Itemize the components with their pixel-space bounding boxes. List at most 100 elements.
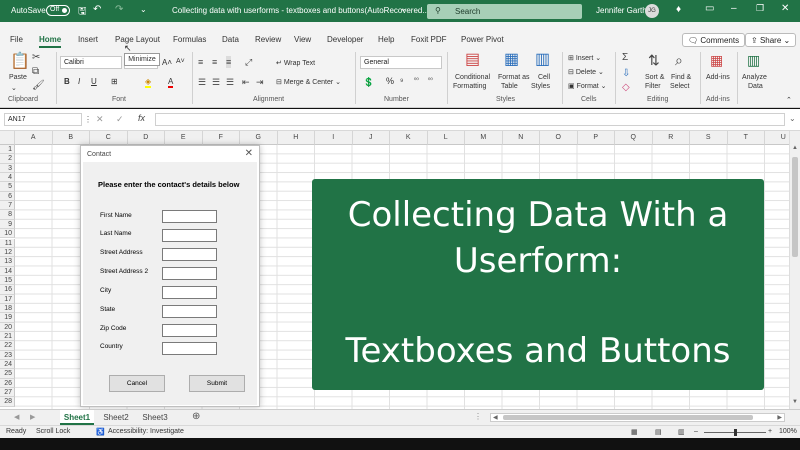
sort-filter-label-1[interactable]: Sort & [645,74,664,81]
autosum-icon[interactable]: Σ [622,52,628,64]
textbox-last-name[interactable] [162,229,217,242]
share-button[interactable]: ⇪ Share ⌄ [745,33,797,47]
format-as-table-label-1[interactable]: Format as [498,74,530,81]
column-header-a[interactable]: A [15,131,53,145]
collapse-ribbon-icon[interactable]: ⌃ [786,96,792,104]
clear-icon[interactable]: ◇ [622,82,630,94]
row-header-6[interactable]: 6 [0,191,15,202]
row-header-5[interactable]: 5 [0,182,15,192]
scroll-left-icon[interactable]: ◀ [493,414,498,421]
vertical-scrollbar[interactable]: ▲ ▼ [789,131,800,409]
search-box[interactable]: ⚲ Search [427,4,582,19]
sort-filter-icon[interactable]: ⇅ [648,53,660,67]
row-header-20[interactable]: 20 [0,322,15,332]
title-chevron-down-icon[interactable]: ⌄ [400,4,407,13]
cell-styles-label-2[interactable]: Styles [531,83,550,90]
italic-icon[interactable]: I [78,77,80,86]
zoom-in-icon[interactable]: + [768,428,772,435]
cancel-entry-icon[interactable]: ✕ [96,114,104,125]
expand-formula-bar-icon[interactable]: ⌄ [789,114,796,123]
zoom-level[interactable]: 100% [779,428,797,435]
zoom-slider-thumb[interactable] [734,429,737,436]
column-header-l[interactable]: L [427,131,465,145]
increase-font-size-icon[interactable]: A˄ [162,58,172,67]
customize-qat-icon[interactable]: ⌄ [140,5,147,14]
conditional-formatting-label-2[interactable]: Formatting [453,83,486,90]
textbox-zip-code[interactable] [162,324,217,337]
format-painter-icon[interactable]: 🖌 [32,80,45,92]
row-header-21[interactable]: 21 [0,332,15,342]
column-header-b[interactable]: B [52,131,90,145]
borders-icon[interactable]: ⊞ [111,77,118,86]
row-header-7[interactable]: 7 [0,201,15,211]
comma-style-icon[interactable]: ⁹ [400,77,403,86]
decrease-indent-icon[interactable]: ⇤ [242,76,250,88]
underline-icon[interactable]: U [91,77,97,86]
delete-cells-button[interactable]: ⊟ Delete ⌄ [568,68,604,76]
page-break-view-icon[interactable]: ▥ [678,428,685,436]
sheet-tab-2[interactable]: Sheet2 [99,410,133,425]
insert-function-icon[interactable]: fx [138,113,145,123]
row-header-14[interactable]: 14 [0,266,15,276]
column-header-r[interactable]: R [652,131,690,145]
column-header-e[interactable]: E [165,131,203,145]
find-select-label-2[interactable]: Select [670,83,689,90]
tab-splitter-icon[interactable]: ⋮ [474,412,482,421]
sheet-tab-3[interactable]: Sheet3 [138,410,172,425]
menu-formulas[interactable]: Formulas [173,35,206,44]
copy-icon[interactable]: ⧉ [32,66,39,78]
column-header-c[interactable]: C [90,131,128,145]
textbox-street-address-2[interactable] [162,267,217,280]
menu-page-layout[interactable]: Page Layout [115,35,160,44]
add-sheet-icon[interactable]: ⊕ [192,411,200,422]
textbox-state[interactable] [162,305,217,318]
column-header-q[interactable]: Q [615,131,653,145]
format-as-table-icon[interactable]: ▦ [504,52,519,68]
column-header-n[interactable]: N [502,131,540,145]
column-header-h[interactable]: H [277,131,315,145]
column-header-s[interactable]: S [690,131,728,145]
row-header-13[interactable]: 13 [0,257,15,267]
column-header-i[interactable]: I [315,131,353,145]
redo-icon[interactable]: ↷ [115,4,123,15]
fill-icon[interactable]: ⇩ [622,68,630,80]
row-header-10[interactable]: 10 [0,229,15,239]
align-middle-icon[interactable]: ≡ [212,56,217,68]
row-header-23[interactable]: 23 [0,350,15,361]
menu-developer[interactable]: Developer [327,35,363,44]
row-header-25[interactable]: 25 [0,369,15,379]
number-format-select[interactable]: General [360,56,442,69]
accounting-format-icon[interactable]: 💲 [363,76,374,88]
userform-close-icon[interactable]: ✕ [245,148,253,159]
fill-color-icon[interactable]: ◈ [145,77,152,88]
row-header-4[interactable]: 4 [0,173,15,183]
menu-review[interactable]: Review [255,35,281,44]
align-center-icon[interactable]: ☰ [212,76,220,88]
textbox-country[interactable] [162,342,217,355]
ribbon-display-icon[interactable]: ▭ [705,3,714,14]
row-header-8[interactable]: 8 [0,210,15,220]
row-header-3[interactable]: 3 [0,163,15,174]
undo-icon[interactable]: ↶ [93,4,101,15]
menu-file[interactable]: File [10,35,23,44]
conditional-formatting-icon[interactable]: ▤ [465,52,480,68]
row-header-22[interactable]: 22 [0,341,15,351]
menu-power-pivot[interactable]: Power Pivot [461,35,504,44]
column-header-j[interactable]: J [352,131,390,145]
row-header-24[interactable]: 24 [0,360,15,370]
menu-home[interactable]: Home [39,35,62,48]
paste-dropdown-icon[interactable]: ⌄ [11,84,17,92]
addins-icon[interactable]: ▦ [710,53,723,67]
align-top-icon[interactable]: ≡ [198,56,203,68]
confirm-entry-icon[interactable]: ✓ [116,114,124,125]
row-header-26[interactable]: 26 [0,378,15,389]
column-header-m[interactable]: M [465,131,503,145]
next-sheet-icon[interactable]: ▶ [30,413,35,421]
status-accessibility[interactable]: Accessibility: Investigate [108,428,184,435]
conditional-formatting-label-1[interactable]: Conditional [455,74,490,81]
analyze-data-icon[interactable]: ▥ [747,53,760,67]
row-header-9[interactable]: 9 [0,219,15,230]
decrease-decimal-icon[interactable]: ⁰⁰ [428,77,433,84]
decrease-font-size-icon[interactable]: A˅ [176,58,185,65]
scroll-right-icon[interactable]: ▶ [777,414,782,421]
